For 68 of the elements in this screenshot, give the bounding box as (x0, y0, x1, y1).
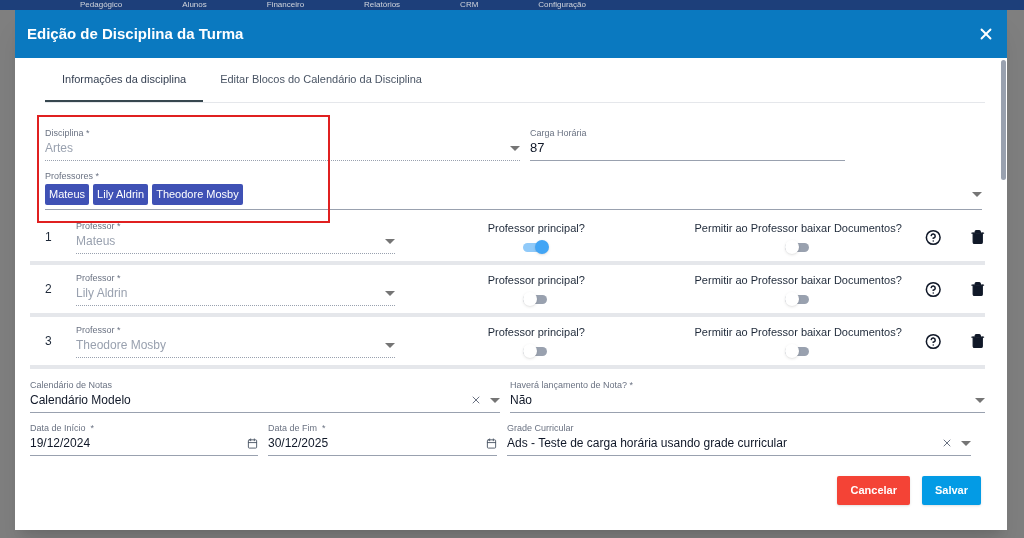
row-number: 3 (44, 333, 53, 350)
nav-item[interactable]: Pedagógico (80, 0, 123, 9)
dropdown-caret-icon (385, 342, 396, 348)
field-label: Calendário de Notas (30, 379, 114, 391)
toggle-label: Professor principal? (487, 220, 585, 236)
select-field[interactable]: Data de Fim * 30/12/2025 (268, 422, 497, 456)
field-value: 87 (530, 139, 546, 157)
clear-icon[interactable] (941, 437, 953, 449)
delete-icon[interactable] (969, 281, 986, 297)
select-field[interactable]: Carga Horária 87 (530, 127, 845, 161)
dropdown-caret-icon (510, 145, 520, 151)
field-label: Carga Horária (530, 127, 588, 139)
dropdown-caret-icon (385, 238, 396, 244)
select-field[interactable]: Data de Início * 19/12/2024 (30, 422, 258, 456)
nav-item[interactable]: Financeiro (266, 0, 305, 9)
field-value: 19/12/2024 (30, 435, 92, 452)
select-field[interactable]: Calendário de Notas Calendário Modelo (30, 379, 500, 413)
delete-icon[interactable] (969, 333, 986, 349)
field-value: Ads - Teste de carga horária usando grade curricular (507, 435, 788, 452)
toggle-label: Permitir ao Professor baixar Documentos? (694, 324, 902, 340)
help-icon[interactable] (925, 228, 942, 246)
chip: Mateus (45, 184, 90, 205)
select-field[interactable]: Grade Curricular Ads - Teste de carga horária usando grade curricular (507, 422, 971, 456)
dropdown-caret-icon (972, 191, 982, 197)
row-number: 2 (44, 281, 53, 298)
field-value: 30/12/2025 (268, 435, 330, 452)
field-label: Disciplina * (45, 127, 91, 139)
field-label: Grade Curricular (507, 422, 575, 434)
nav-item[interactable]: Relatórios (364, 0, 401, 9)
field-value: Theodore Mosby (75, 337, 167, 354)
help-icon[interactable] (925, 280, 942, 298)
help-icon[interactable] (925, 332, 942, 350)
toggle-label: Professor principal? (487, 324, 585, 340)
dropdown-caret-icon (975, 397, 985, 403)
field-label: Data de Fim * (268, 422, 327, 434)
toggle-label: Professor principal? (487, 272, 585, 288)
dialog-title: Edição de Disciplina da Turma (27, 23, 244, 44)
field-value: Mateus (75, 233, 117, 250)
field-label: Haverá lançamento de Nota? * (510, 379, 635, 391)
field-label: Data de Início * (30, 422, 96, 434)
clear-icon[interactable] (470, 394, 482, 406)
tab[interactable]: Editar Blocos do Calendário da Disciplina (203, 58, 439, 102)
nav-item[interactable]: Configuração (538, 0, 586, 9)
field-value: Lily Aldrin (75, 285, 129, 302)
dropdown-caret-icon (490, 397, 500, 403)
calendar-icon[interactable] (247, 437, 258, 449)
multi-select-field[interactable]: Professores * Mateus Lily Aldrin Theodore Mosby (45, 170, 982, 210)
nav-item[interactable]: Alunos (182, 0, 207, 9)
field-label: Professores * (45, 170, 101, 182)
dropdown-caret-icon (385, 290, 396, 296)
dropdown-caret-icon (961, 440, 971, 446)
toggle-label: Permitir ao Professor baixar Documentos? (694, 220, 902, 236)
tab[interactable]: Informações da disciplina (45, 58, 204, 102)
cancel-button[interactable]: Cancelar (837, 476, 910, 505)
field-label: Professor * (75, 324, 122, 336)
chip: Lily Aldrin (93, 184, 149, 205)
select-field[interactable]: Haverá lançamento de Nota? * Não (510, 379, 985, 413)
field-value: Não (510, 392, 533, 409)
toggle-label: Permitir ao Professor baixar Documentos? (694, 272, 902, 288)
field-label: Professor * (75, 272, 122, 284)
chip: Theodore Mosby (152, 184, 243, 205)
nav-item[interactable]: CRM (460, 0, 479, 9)
field-label: Professor * (75, 220, 122, 232)
delete-icon[interactable] (969, 229, 986, 245)
field-value: Artes (45, 140, 74, 157)
field-value: Calendário Modelo (30, 392, 132, 409)
row-number: 1 (44, 229, 53, 246)
calendar-icon[interactable] (486, 437, 497, 449)
